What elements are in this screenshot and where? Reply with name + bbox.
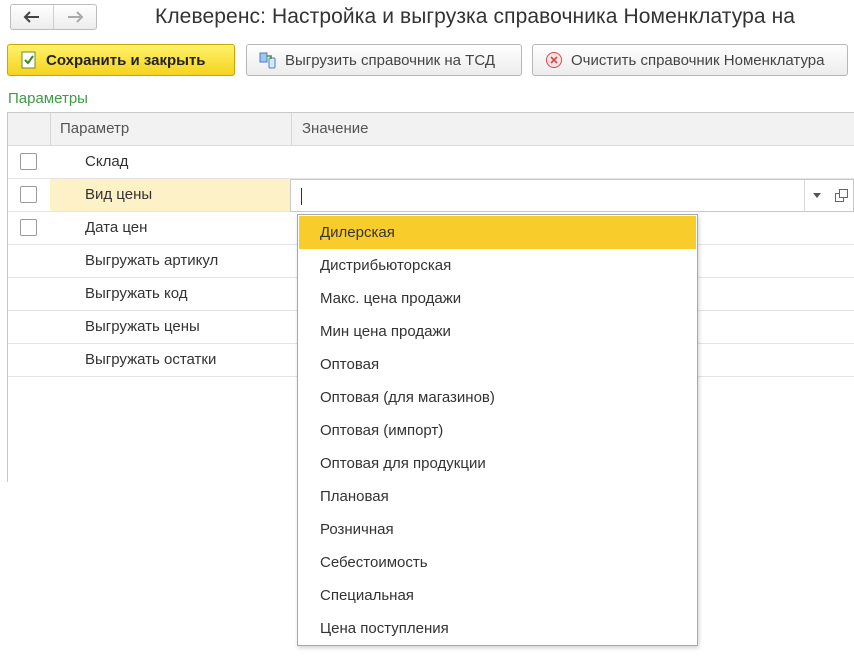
clear-icon: [545, 51, 563, 69]
dropdown-item[interactable]: Плановая: [299, 480, 696, 513]
dropdown-item[interactable]: Оптовая (для магазинов): [299, 381, 696, 414]
param-name: Склад: [85, 153, 129, 170]
navigation-buttons: [10, 4, 97, 30]
save-and-close-button[interactable]: Сохранить и закрыть: [7, 44, 235, 76]
dropdown-item[interactable]: Розничная: [299, 513, 696, 546]
upload-label: Выгрузить справочник на ТСД: [285, 51, 495, 69]
column-divider: [50, 113, 51, 145]
row-checkbox[interactable]: [20, 153, 37, 170]
row-checkbox[interactable]: [20, 219, 37, 236]
dropdown-item[interactable]: Макс. цена продажи: [299, 282, 696, 315]
dropdown-item[interactable]: Оптовая для продукции: [299, 447, 696, 480]
parameters-group-title: Параметры: [8, 90, 88, 107]
table-row[interactable]: Склад: [8, 146, 854, 179]
dropdown-item[interactable]: Специальная: [299, 579, 696, 612]
param-name: Выгружать остатки: [85, 351, 217, 368]
dropdown-item[interactable]: Цена поступления: [299, 612, 696, 645]
upload-icon: [259, 51, 277, 69]
open-button[interactable]: [829, 180, 853, 211]
save-doc-icon: [20, 51, 38, 69]
dropdown-item[interactable]: Оптовая: [299, 348, 696, 381]
param-name: Вид цены: [85, 186, 153, 203]
param-name: Дата цен: [85, 219, 148, 236]
dropdown-button[interactable]: [804, 180, 829, 211]
param-name: Выгружать код: [85, 285, 188, 302]
row-checkbox[interactable]: [20, 186, 37, 203]
table-header: Параметр Значение: [8, 113, 854, 146]
forward-button[interactable]: [53, 5, 96, 29]
dropdown-item[interactable]: Оптовая (импорт): [299, 414, 696, 447]
upload-to-tsd-button[interactable]: Выгрузить справочник на ТСД: [246, 44, 522, 76]
window-title: Клеверенс: Настройка и выгрузка справочн…: [155, 5, 796, 28]
dropdown-item[interactable]: Дистрибьюторская: [299, 249, 696, 282]
text-caret: [301, 188, 302, 205]
column-divider: [291, 113, 292, 145]
dropdown-item-highlighted[interactable]: Дилерская: [299, 216, 696, 249]
dropdown-item[interactable]: Себестоимость: [299, 546, 696, 579]
param-name: Выгружать цены: [85, 318, 200, 335]
back-button[interactable]: [11, 5, 53, 29]
price-type-dropdown-list: Дилерская Дистрибьюторская Макс. цена пр…: [297, 214, 698, 646]
column-header-param[interactable]: Параметр: [60, 113, 129, 145]
arrow-right-icon: [68, 11, 84, 23]
clear-catalog-button[interactable]: Очистить справочник Номенклатура: [532, 44, 848, 76]
arrow-left-icon: [23, 11, 39, 23]
param-name: Выгружать артикул: [85, 252, 219, 269]
chevron-down-icon: [813, 193, 821, 198]
column-header-value[interactable]: Значение: [302, 113, 369, 145]
clear-label: Очистить справочник Номенклатура: [571, 51, 825, 69]
open-window-icon: [834, 189, 848, 202]
price-type-input[interactable]: [290, 179, 854, 212]
dropdown-item[interactable]: Мин цена продажи: [299, 315, 696, 348]
save-and-close-label: Сохранить и закрыть: [46, 51, 206, 69]
